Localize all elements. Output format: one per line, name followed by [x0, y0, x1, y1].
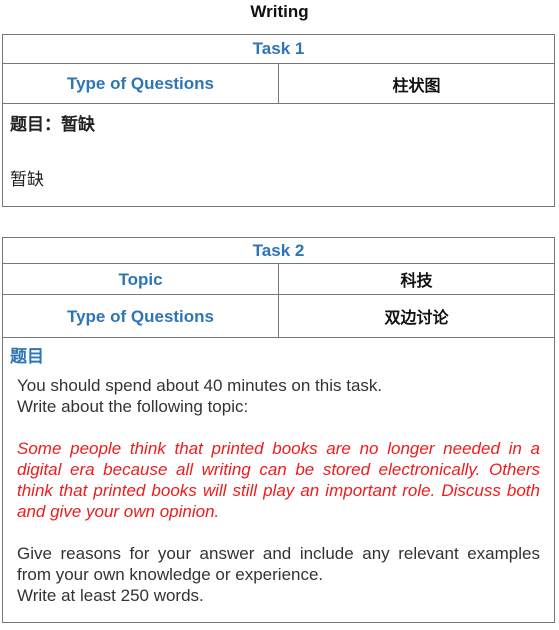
word-requirement: Write at least 250 words.: [17, 586, 204, 605]
task1-prompt-body: 暂缺: [10, 170, 44, 189]
task1-table: Task 1 Type of Questions 柱状图 题目：暂缺 暂缺: [2, 34, 555, 207]
task2-topic-label: Topic: [2, 263, 279, 295]
task1-prompt-heading: 题目：暂缺: [10, 115, 95, 134]
instruction-line: You should spend about 40 minutes on thi…: [17, 376, 383, 395]
task2-topic-value: 科技: [278, 263, 555, 295]
task1-type-value: 柱状图: [278, 63, 555, 104]
task2-header: Task 2: [2, 237, 555, 264]
task2-prompt-body: You should spend about 40 minutes on thi…: [2, 371, 555, 623]
task2-type-value: 双边讨论: [278, 294, 555, 338]
task2-table: Task 2 Topic 科技 Type of Questions 双边讨论 题…: [2, 237, 555, 623]
task2-type-label: Type of Questions: [2, 294, 279, 338]
essay-topic: Some people think that printed books are…: [17, 439, 540, 521]
task1-header: Task 1: [2, 34, 555, 64]
instruction-line: Write about the following topic:: [17, 397, 249, 416]
task1-prompt: 题目：暂缺 暂缺: [2, 103, 555, 207]
task2-prompt-heading: 题目: [2, 337, 555, 371]
task1-type-label: Type of Questions: [2, 63, 279, 104]
closing-paragraph: Give reasons for your answer and include…: [17, 544, 540, 584]
page-title: Writing: [250, 2, 309, 21]
